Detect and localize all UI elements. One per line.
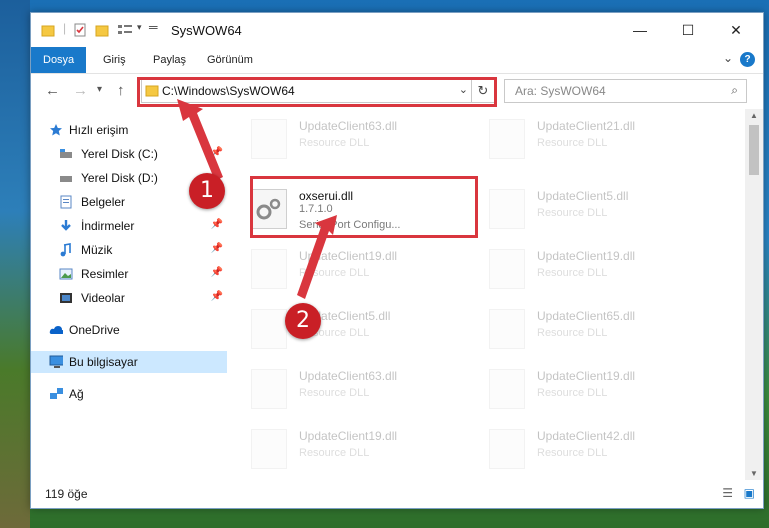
- minimize-button[interactable]: —: [621, 19, 659, 41]
- expand-ribbon-icon[interactable]: ⌄: [723, 51, 733, 65]
- star-icon: [50, 124, 62, 136]
- desktop-background: [0, 0, 30, 528]
- dll-file-icon: [251, 369, 287, 409]
- large-icons-view-icon[interactable]: ▣: [744, 486, 755, 500]
- documents-icon: [60, 195, 72, 209]
- recent-locations-icon[interactable]: ▾: [97, 84, 102, 95]
- sidebar-item-pictures[interactable]: Resimler 📌: [31, 263, 227, 285]
- dll-file-icon: [489, 189, 525, 229]
- up-button[interactable]: ↑: [117, 82, 125, 99]
- search-placeholder: Ara: SysWOW64: [515, 84, 606, 98]
- maximize-button[interactable]: ☐: [669, 19, 707, 41]
- arrow-2-icon: [297, 215, 337, 299]
- dll-file-icon: [251, 249, 287, 289]
- dll-file-icon: [251, 119, 287, 159]
- computer-icon: [49, 355, 63, 368]
- tab-share[interactable]: Paylaş: [153, 47, 186, 73]
- pictures-icon: [59, 268, 73, 280]
- cloud-icon: [49, 326, 63, 334]
- pin-icon[interactable]: 📌: [211, 291, 223, 302]
- pin-icon[interactable]: 📌: [211, 219, 223, 230]
- scrollbar-thumb[interactable]: [749, 125, 759, 175]
- file-item[interactable]: UpdateClient63.dll Resource DLL: [227, 109, 447, 161]
- file-item[interactable]: UpdateClient42.dll Resource DLL: [465, 419, 685, 471]
- network-icon: [50, 388, 63, 399]
- dll-file-icon: [489, 309, 525, 349]
- vertical-scrollbar[interactable]: ▲ ▼: [745, 109, 763, 480]
- file-item[interactable]: UpdateClient19.dll Resource DLL: [227, 419, 447, 471]
- sidebar-item-network[interactable]: Ağ: [31, 383, 227, 405]
- file-item[interactable]: UpdateClient19.dll Resource DLL: [465, 239, 685, 291]
- search-input[interactable]: Ara: SysWOW64 ⌕: [504, 79, 747, 103]
- tab-view[interactable]: Görünüm: [207, 47, 253, 73]
- file-item[interactable]: UpdateClient21.dll Resource DLL: [465, 109, 685, 161]
- drive-icon: [60, 149, 72, 158]
- dll-file-icon: [251, 309, 287, 349]
- tab-file[interactable]: Dosya: [31, 47, 87, 73]
- sidebar-item-this-pc[interactable]: Bu bilgisayar: [31, 351, 227, 373]
- scroll-down-icon[interactable]: ▼: [750, 469, 758, 478]
- dll-file-icon: [489, 249, 525, 289]
- view-options-icon[interactable]: [117, 23, 135, 37]
- customize-toolbar-icon[interactable]: ═: [149, 20, 158, 34]
- sidebar-item-videos[interactable]: Videolar 📌: [31, 287, 227, 309]
- pin-icon[interactable]: 📌: [211, 243, 223, 254]
- help-icon[interactable]: ?: [740, 52, 755, 67]
- dll-file-icon: [251, 429, 287, 469]
- folder-icon: [41, 25, 55, 37]
- chevron-down-icon[interactable]: ▾: [137, 22, 142, 36]
- explorer-window: | ▾ ═ SysWOW64 — ☐ ✕ Dosya Giriş Paylaş …: [30, 12, 764, 509]
- step-2-badge: 2: [285, 303, 321, 339]
- music-icon: [60, 243, 71, 257]
- download-icon: [61, 220, 71, 231]
- title-separator: |: [63, 21, 67, 35]
- search-icon[interactable]: ⌕: [731, 83, 738, 98]
- ribbon-tabs: Dosya Giriş Paylaş Görünüm ⌄ ?: [31, 47, 763, 74]
- sidebar-item-onedrive[interactable]: OneDrive: [31, 319, 227, 341]
- back-button[interactable]: ←: [45, 82, 60, 99]
- window-title: SysWOW64: [171, 23, 242, 38]
- forward-button[interactable]: →: [73, 82, 88, 99]
- status-bar: 119 öğe ☰ ▣: [31, 481, 763, 507]
- pin-icon[interactable]: 📌: [211, 267, 223, 278]
- file-item[interactable]: UpdateClient19.dll Resource DLL: [465, 359, 685, 411]
- file-item[interactable]: UpdateClient65.dll Resource DLL: [465, 299, 685, 351]
- file-highlight-box: [250, 176, 478, 238]
- file-item[interactable]: UpdateClient63.dll Resource DLL: [227, 359, 447, 411]
- dll-file-icon: [489, 369, 525, 409]
- videos-icon: [60, 293, 72, 303]
- scroll-up-icon[interactable]: ▲: [750, 111, 758, 120]
- step-1-badge: 1: [189, 173, 225, 209]
- title-bar: | ▾ ═ SysWOW64 — ☐ ✕: [31, 13, 763, 47]
- dll-file-icon: [489, 119, 525, 159]
- details-view-icon[interactable]: ☰: [722, 486, 733, 500]
- tab-home[interactable]: Giriş: [103, 47, 126, 73]
- properties-icon[interactable]: [73, 23, 87, 37]
- item-count: 119 öğe: [45, 487, 88, 501]
- file-item[interactable]: UpdateClient5.dll Resource DLL: [465, 179, 685, 231]
- sidebar-item-music[interactable]: Müzik 📌: [31, 239, 227, 261]
- sidebar-item-downloads[interactable]: İndirmeler 📌: [31, 215, 227, 237]
- close-button[interactable]: ✕: [717, 19, 755, 41]
- dll-file-icon: [489, 429, 525, 469]
- drive-icon: [60, 176, 72, 182]
- new-folder-icon[interactable]: [95, 23, 109, 37]
